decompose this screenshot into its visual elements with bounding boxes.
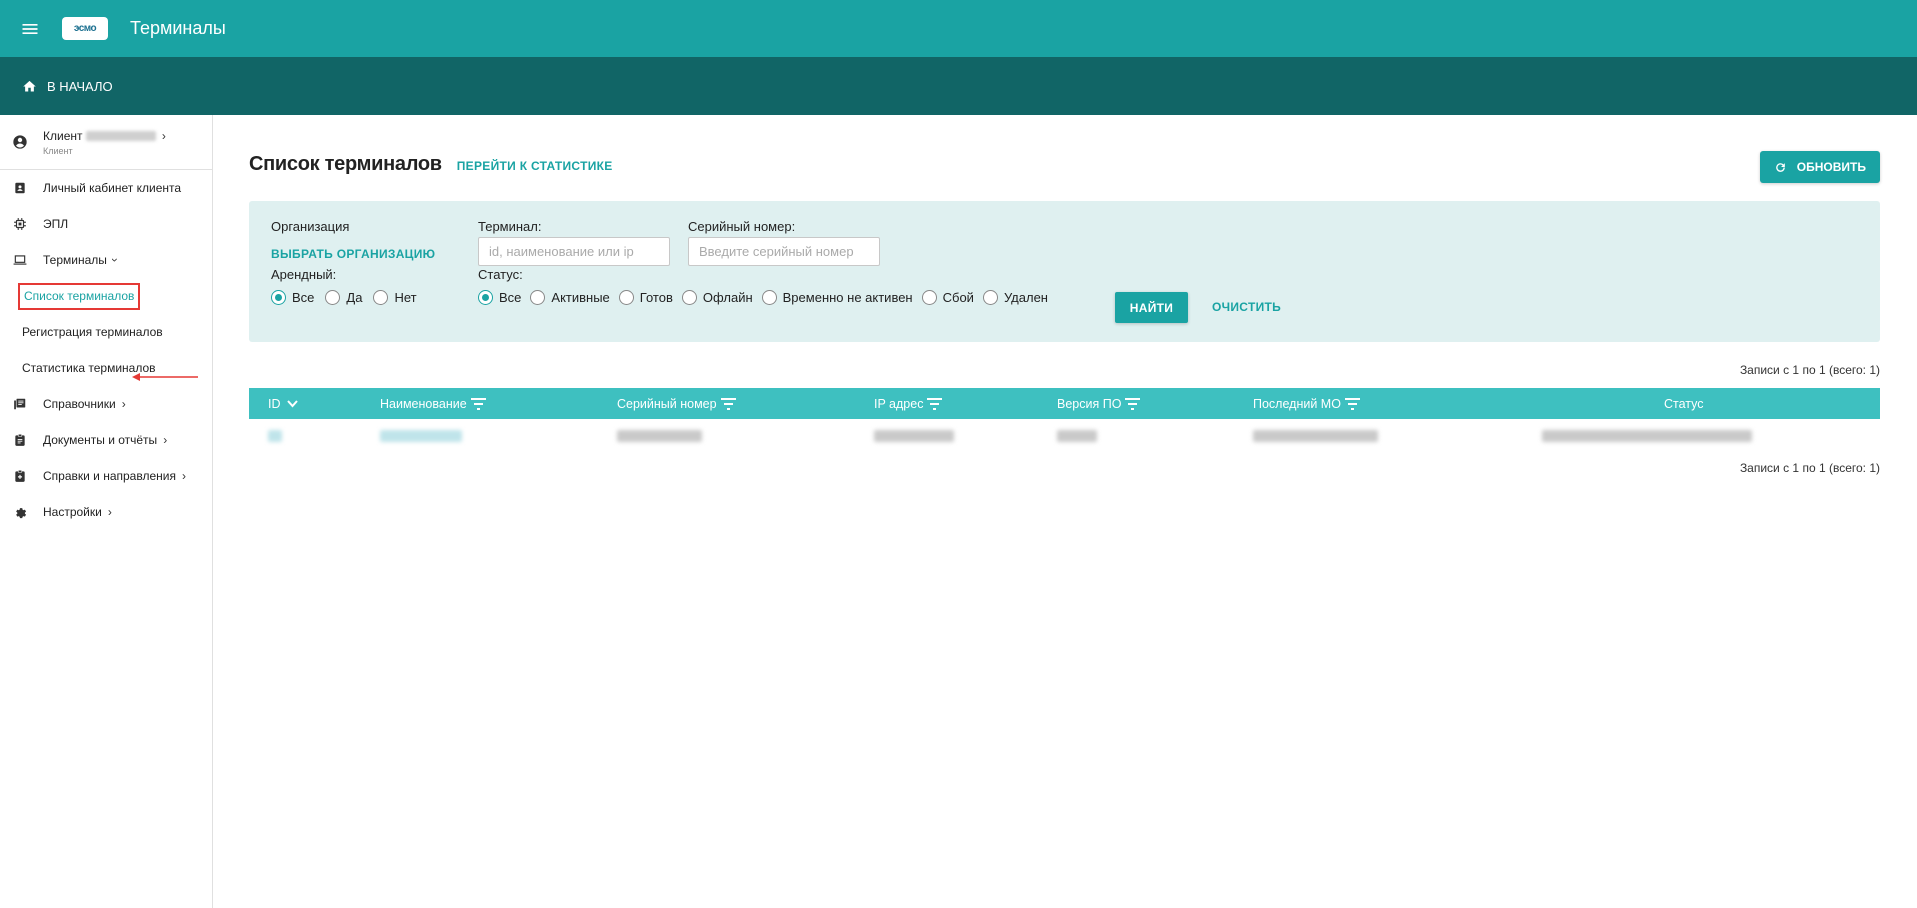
filter-icon (927, 397, 943, 410)
rental-radio-all[interactable]: Все (271, 290, 314, 305)
client-subtitle: Клиент (43, 145, 73, 156)
cell-ip-redacted (874, 430, 954, 442)
chevron-right-icon: › (181, 469, 186, 483)
organization-label: Организация (271, 219, 350, 234)
cell-name-redacted[interactable] (380, 430, 462, 442)
sidebar-subitem-terminal-registration[interactable]: Регистрация терминалов (0, 314, 212, 350)
sidebar-item-label: Терминалы (43, 253, 107, 267)
status-radio-temporarily-inactive[interactable]: Временно не активен (761, 290, 913, 305)
client-label: Клиент (43, 128, 83, 143)
column-header-version[interactable]: Версия ПО (1057, 388, 1141, 419)
status-radio-ready[interactable]: Готов (618, 290, 673, 305)
filter-icon (470, 397, 486, 410)
cell-id-redacted[interactable] (268, 430, 282, 442)
status-radio-deleted[interactable]: Удален (982, 290, 1048, 305)
column-header-id[interactable]: ID (268, 388, 300, 419)
sidebar: Клиент › Клиент Личный кабинет клиента Э… (0, 115, 213, 908)
records-count-bottom: Записи с 1 по 1 (всего: 1) (1739, 461, 1880, 475)
books-icon (12, 396, 28, 412)
sidebar-item-documents-reports[interactable]: Документы и отчёты › (0, 422, 212, 458)
rental-radio-yes[interactable]: Да (325, 290, 362, 305)
sidebar-item-label: Документы и отчёты (43, 433, 158, 447)
status-label: Статус: (478, 267, 523, 282)
select-organization-link[interactable]: ВЫБРАТЬ ОРГАНИЗАЦИЮ (271, 247, 435, 261)
column-header-ip[interactable]: IP адрес (874, 388, 943, 419)
status-radio-all[interactable]: Все (478, 290, 521, 305)
sidebar-item-terminals[interactable]: Терминалы › (0, 242, 212, 278)
column-header-status[interactable]: Статус (1664, 388, 1704, 419)
go-to-statistics-link[interactable]: ПЕРЕЙТИ К СТАТИСТИКЕ (457, 159, 613, 173)
filter-icon (1344, 397, 1360, 410)
chevron-right-icon: › (121, 397, 126, 411)
cell-version-redacted (1057, 430, 1097, 442)
hamburger-menu-icon[interactable] (0, 0, 60, 57)
page-title: Список терминалов (249, 153, 442, 175)
sidebar-item-label: Справки и направления (43, 469, 176, 483)
table-header: ID Наименование Серийный номер IP адрес … (249, 388, 1880, 419)
sidebar-subitem-terminal-list[interactable]: Список терминалов (0, 278, 212, 314)
refresh-button[interactable]: ОБНОВИТЬ (1759, 151, 1880, 183)
filter-icon (720, 397, 736, 410)
filter-panel: Организация ВЫБРАТЬ ОРГАНИЗАЦИЮ Терминал… (249, 201, 1880, 342)
home-link[interactable]: В НАЧАЛО (22, 79, 113, 94)
status-radio-offline[interactable]: Офлайн (681, 290, 753, 305)
serial-number-label: Серийный номер: (688, 219, 796, 234)
client-selector[interactable]: Клиент › Клиент (0, 115, 212, 170)
sidebar-item-label: ЭПЛ (43, 217, 69, 231)
table-row[interactable] (249, 420, 1880, 450)
chevron-right-icon: › (107, 505, 112, 519)
sidebar-item-settings[interactable]: Настройки › (0, 494, 212, 530)
page-header: Список терминалов ПЕРЕЙТИ К СТАТИСТИКЕ (249, 153, 613, 176)
laptop-icon (12, 252, 28, 268)
cell-status-redacted (1542, 430, 1752, 442)
records-count-top: Записи с 1 по 1 (всего: 1) (1739, 363, 1880, 377)
chevron-down-icon: › (107, 258, 122, 262)
chevron-right-icon: › (161, 128, 166, 143)
status-radio-active[interactable]: Активные (530, 290, 610, 305)
filter-icon (1125, 397, 1141, 410)
clipboard-icon (12, 432, 28, 448)
terminal-search-input[interactable] (478, 237, 670, 266)
refresh-icon (1775, 162, 1785, 172)
clear-filters-link[interactable]: ОЧИСТИТЬ (1212, 300, 1281, 314)
breadcrumb-bar: В НАЧАЛО (0, 57, 1917, 115)
contact-card-icon (12, 180, 28, 196)
status-radio-failure[interactable]: Сбой (921, 290, 974, 305)
app-title: Терминалы (130, 18, 226, 38)
chevron-right-icon: › (163, 433, 168, 447)
rental-radio-group: Все Да Нет (271, 290, 426, 305)
home-label: В НАЧАЛО (47, 78, 113, 94)
serial-number-input[interactable] (688, 237, 880, 266)
gear-icon (12, 504, 28, 520)
sidebar-item-label: Справочники (43, 397, 116, 411)
sidebar-item-directories[interactable]: Справочники › (0, 386, 212, 422)
app-bar: эсмо Терминалы (0, 0, 1917, 57)
sidebar-item-certificates-referrals[interactable]: Справки и направления › (0, 458, 212, 494)
sidebar-item-label: Настройки (43, 505, 102, 519)
find-button[interactable]: НАЙТИ (1115, 292, 1188, 323)
terminal-label: Терминал: (478, 219, 542, 234)
client-name-redacted (85, 130, 156, 141)
status-radio-group: Все Активные Готов Офлайн Временно не ак… (478, 290, 1057, 305)
rental-radio-no[interactable]: Нет (373, 290, 417, 305)
sidebar-item-label: Личный кабинет клиента (43, 181, 182, 195)
main-content: Список терминалов ПЕРЕЙТИ К СТАТИСТИКЕ О… (214, 115, 1917, 908)
chip-icon (12, 216, 28, 232)
rental-label: Арендный: (271, 267, 337, 282)
annotation-arrow (132, 373, 198, 381)
app-logo[interactable]: эсмо (62, 17, 108, 40)
home-icon (23, 80, 36, 91)
column-header-serial[interactable]: Серийный номер (617, 388, 736, 419)
column-header-last-mo[interactable]: Последний МО (1253, 388, 1360, 419)
sidebar-item-client-cabinet[interactable]: Личный кабинет клиента (0, 170, 212, 206)
sort-desc-icon (286, 399, 298, 407)
cell-serial-redacted (617, 430, 702, 442)
cell-last-mo-redacted (1253, 430, 1378, 442)
medical-clipboard-icon (12, 468, 28, 484)
sidebar-item-epl[interactable]: ЭПЛ (0, 206, 212, 242)
column-header-name[interactable]: Наименование (380, 388, 486, 419)
account-circle-icon (13, 135, 27, 149)
